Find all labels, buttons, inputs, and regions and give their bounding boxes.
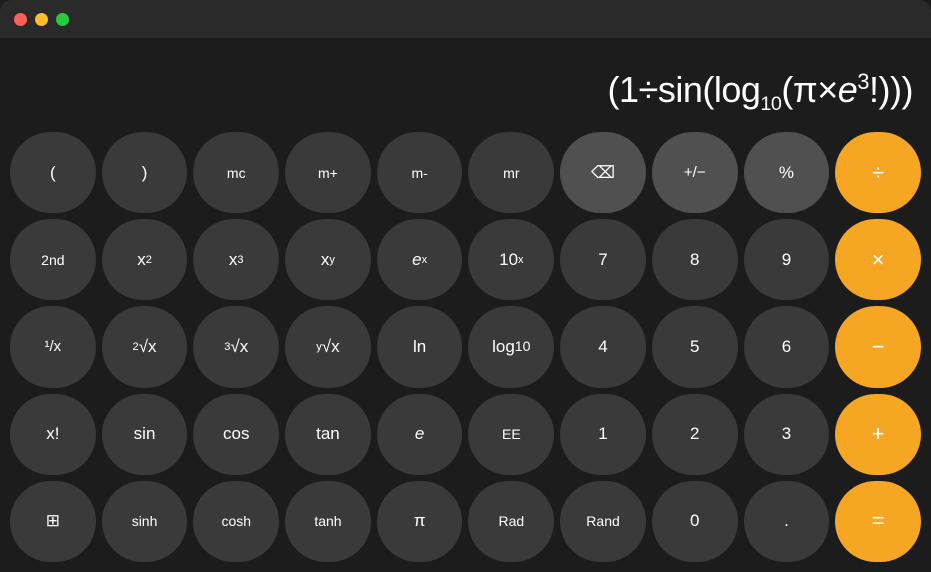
calculator-icon-button[interactable]: ⊞	[10, 481, 96, 562]
six-button[interactable]: 6	[744, 306, 830, 387]
reciprocal-button[interactable]: ¹/x	[10, 306, 96, 387]
pi-button[interactable]: π	[377, 481, 463, 562]
two-button[interactable]: 2	[652, 394, 738, 475]
cube-button[interactable]: x3	[193, 219, 279, 300]
three-button[interactable]: 3	[744, 394, 830, 475]
maximize-button[interactable]	[56, 13, 69, 26]
memory-subtract-button[interactable]: m-	[377, 132, 463, 213]
memory-add-button[interactable]: m+	[285, 132, 371, 213]
ten-to-x-button[interactable]: 10x	[468, 219, 554, 300]
memory-clear-button[interactable]: mc	[193, 132, 279, 213]
percent-button[interactable]: %	[744, 132, 830, 213]
factorial-button[interactable]: x!	[10, 394, 96, 475]
nine-button[interactable]: 9	[744, 219, 830, 300]
rand-button[interactable]: Rand	[560, 481, 646, 562]
x-to-y-button[interactable]: xy	[285, 219, 371, 300]
expression-display: (1÷sin(log10(π×e3!)))	[608, 70, 913, 116]
seven-button[interactable]: 7	[560, 219, 646, 300]
plus-minus-button[interactable]: +/−	[652, 132, 738, 213]
rad-button[interactable]: Rad	[468, 481, 554, 562]
minimize-button[interactable]	[35, 13, 48, 26]
equals-button[interactable]: =	[835, 481, 921, 562]
sin-button[interactable]: sin	[102, 394, 188, 475]
euler-button[interactable]: e	[377, 394, 463, 475]
tan-button[interactable]: tan	[285, 394, 371, 475]
ln-button[interactable]: ln	[377, 306, 463, 387]
multiply-button[interactable]: ×	[835, 219, 921, 300]
five-button[interactable]: 5	[652, 306, 738, 387]
y-root-button[interactable]: y√x	[285, 306, 371, 387]
ee-button[interactable]: EE	[468, 394, 554, 475]
divide-button[interactable]: ÷	[835, 132, 921, 213]
display: (1÷sin(log10(π×e3!)))	[0, 38, 931, 126]
cube-root-button[interactable]: 3√x	[193, 306, 279, 387]
cos-button[interactable]: cos	[193, 394, 279, 475]
cosh-button[interactable]: cosh	[193, 481, 279, 562]
memory-recall-button[interactable]: mr	[468, 132, 554, 213]
square-root-button[interactable]: 2√x	[102, 306, 188, 387]
four-button[interactable]: 4	[560, 306, 646, 387]
one-button[interactable]: 1	[560, 394, 646, 475]
close-button[interactable]	[14, 13, 27, 26]
sinh-button[interactable]: sinh	[102, 481, 188, 562]
close-paren-button[interactable]: )	[102, 132, 188, 213]
e-to-x-button[interactable]: ex	[377, 219, 463, 300]
square-button[interactable]: x2	[102, 219, 188, 300]
log10-button[interactable]: log10	[468, 306, 554, 387]
subtract-button[interactable]: −	[835, 306, 921, 387]
open-paren-button[interactable]: (	[10, 132, 96, 213]
decimal-button[interactable]: .	[744, 481, 830, 562]
zero-button[interactable]: 0	[652, 481, 738, 562]
button-grid: ()mcm+m-mr⌫+/−%÷ 2ndx2x3xyex10x789× ¹/x2√x…	[0, 126, 931, 572]
second-button[interactable]: 2nd	[10, 219, 96, 300]
tanh-button[interactable]: tanh	[285, 481, 371, 562]
eight-button[interactable]: 8	[652, 219, 738, 300]
add-button[interactable]: +	[835, 394, 921, 475]
backspace-button[interactable]: ⌫	[560, 132, 646, 213]
title-bar	[0, 0, 931, 38]
